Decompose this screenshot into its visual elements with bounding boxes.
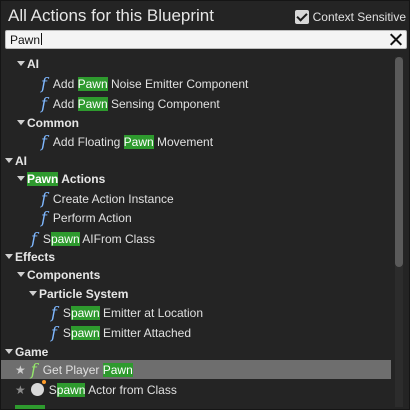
function-icon: f [41,94,47,113]
action-label: Add Pawn Sensing Component [52,96,220,111]
function-icon: f [41,74,47,93]
pure-function-icon: f [30,360,37,379]
action-label: Spawn Emitter at Location [62,305,204,320]
category-label: Common [27,115,79,130]
action-label: Perform Action [52,210,132,225]
bomb-icon [30,380,46,396]
context-sensitive-toggle[interactable]: Context Sensitive [294,9,406,25]
action-label: Add Floating Pawn Movement [52,134,214,149]
tree-row[interactable]: Components [1,265,391,284]
action-label: Get Player Pawn [42,362,133,377]
tree-row[interactable]: f Spawn Emitter at Location [1,303,391,322]
category-label: Game [15,344,49,359]
tree-row[interactable]: Particle System [1,284,391,303]
expand-arrow-icon[interactable] [17,61,25,66]
favorite-star-icon[interactable]: ★ [15,383,26,397]
tree-row-selected[interactable]: ★ f Get Player Pawn [1,360,391,379]
tree-row[interactable]: f Add Pawn Sensing Component [1,94,391,113]
tree-row[interactable]: f Add Floating Pawn Movement [1,132,391,151]
tree-row[interactable]: f Spawn Emitter Attached [1,323,391,342]
expand-arrow-icon[interactable] [17,272,25,277]
action-label: Add Pawn Noise Emitter Component [52,76,249,91]
favorite-star-icon[interactable]: ★ [15,363,26,377]
tree-row[interactable]: f Add Pawn Noise Emitter Component [1,74,391,93]
tree-row[interactable]: Effects [1,247,391,266]
function-icon: f [41,189,47,208]
tree-row[interactable]: f Create Action Instance [1,189,391,208]
function-icon: f [51,323,57,342]
tree-row[interactable]: Common [1,113,391,132]
action-label: Spawn AIFrom Class [42,231,155,246]
expand-arrow-icon[interactable] [5,349,13,354]
function-icon: f [31,229,37,248]
category-label: Effects [15,249,56,264]
action-tree[interactable]: AI f Add Pawn Noise Emitter Component f … [1,51,391,409]
scrollbar-thumb[interactable] [395,57,403,267]
tree-row[interactable]: Game [1,342,391,361]
category-label: Pawn Actions [27,171,106,186]
function-icon: f [41,208,47,227]
context-sensitive-checkbox[interactable] [294,10,309,24]
expand-arrow-icon[interactable] [5,254,13,259]
tree-row[interactable]: ★ Spawn Actor from Class [1,380,391,399]
tree-row[interactable]: f Perform Action [1,208,391,227]
category-label: Components [27,267,101,282]
category-label: Particle System [39,286,129,301]
clear-search-icon[interactable] [389,32,403,47]
action-label: Spawn Actor from Class [48,382,177,397]
clipped-row-top [35,45,75,49]
context-sensitive-label: Context Sensitive [312,10,406,24]
expand-arrow-icon[interactable] [17,176,25,181]
function-icon: f [51,303,57,322]
expand-arrow-icon[interactable] [17,120,25,125]
tree-row[interactable]: Pawn Actions [1,169,391,188]
blueprint-action-menu: All Actions for this Blueprint Context S… [0,0,410,410]
vertical-scrollbar[interactable] [395,57,403,407]
category-label: AI [15,153,27,168]
menu-header: All Actions for this Blueprint Context S… [1,1,410,31]
text-caret [41,33,43,45]
tree-row[interactable]: f Spawn AIFrom Class [1,229,391,248]
expand-arrow-icon[interactable] [5,158,13,163]
tree-row[interactable]: AI [1,151,391,170]
expand-arrow-icon[interactable] [29,291,37,296]
tree-row[interactable]: AI [1,54,391,73]
action-label: Create Action Instance [52,191,174,206]
action-label: Spawn Emitter Attached [62,325,192,340]
clipped-row-bottom [15,405,45,409]
menu-title: All Actions for this Blueprint [8,6,214,25]
function-icon: f [41,132,47,151]
category-label: AI [27,56,39,71]
